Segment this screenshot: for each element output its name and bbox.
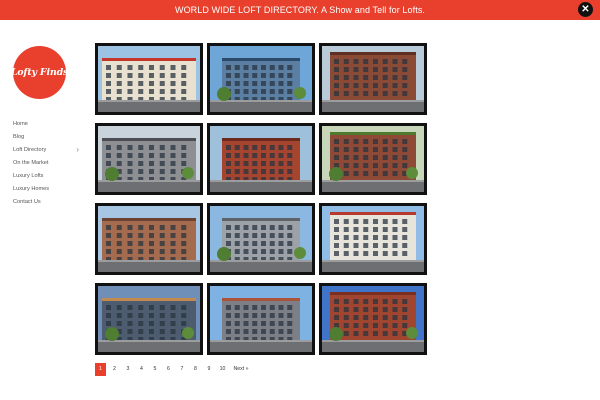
logo-text: Lofty Finds [10, 67, 69, 78]
loft-photo-7[interactable] [95, 203, 203, 275]
next-page-link[interactable]: Next » [232, 363, 251, 376]
building-image [210, 206, 312, 272]
loft-photo-4[interactable] [95, 123, 203, 195]
building-image [210, 286, 312, 352]
loft-photo-6[interactable] [319, 123, 427, 195]
page-link-2[interactable]: 2 [108, 363, 121, 376]
loft-photo-9[interactable] [319, 203, 427, 275]
nav-item-luxury-homes[interactable]: Luxury Homes [13, 183, 81, 196]
page-link-10[interactable]: 10 [216, 363, 229, 376]
loft-photo-5[interactable] [207, 123, 315, 195]
nav-item-loft-directory[interactable]: Loft Directory › [13, 144, 81, 157]
chevron-right-icon[interactable]: › [76, 144, 79, 156]
page-link-1[interactable]: 1 [95, 363, 106, 376]
building-image [98, 286, 200, 352]
page-link-7[interactable]: 7 [176, 363, 189, 376]
loft-photo-11[interactable] [207, 283, 315, 355]
building-image [322, 206, 424, 272]
site-logo[interactable]: Lofty Finds [10, 46, 69, 99]
loft-photo-10[interactable] [95, 283, 203, 355]
loft-photo-3[interactable] [319, 43, 427, 115]
building-image [210, 126, 312, 192]
nav-item-label: Home [13, 121, 28, 127]
page-link-5[interactable]: 5 [149, 363, 162, 376]
nav-item-label: On the Market [13, 160, 49, 166]
banner-text: WORLD WIDE LOFT DIRECTORY. A Show and Te… [174, 5, 426, 15]
nav-item-label: Luxury Homes [13, 186, 50, 192]
building-image [322, 286, 424, 352]
nav-item-home[interactable]: Home [13, 118, 81, 131]
nav-item-contact-us[interactable]: Contact Us [13, 196, 81, 209]
top-banner: WORLD WIDE LOFT DIRECTORY. A Show and Te… [0, 0, 600, 20]
nav-item-label: Contact Us [13, 199, 41, 205]
page-link-3[interactable]: 3 [122, 363, 135, 376]
page-link-9[interactable]: 9 [203, 363, 216, 376]
nav-item-blog[interactable]: Blog [13, 131, 81, 144]
close-icon[interactable]: ✕ [578, 2, 593, 17]
nav-item-label: Loft Directory [13, 147, 47, 153]
loft-gallery [95, 43, 427, 355]
loft-photo-2[interactable] [207, 43, 315, 115]
building-image [98, 126, 200, 192]
building-image [322, 126, 424, 192]
side-nav: Home Blog Loft Directory › On the Market … [13, 118, 81, 209]
loft-photo-8[interactable] [207, 203, 315, 275]
building-image [98, 206, 200, 272]
building-image [322, 46, 424, 112]
page-link-6[interactable]: 6 [162, 363, 175, 376]
pagination: 1 2 3 4 5 6 7 8 9 10 Next » [95, 363, 251, 376]
page-link-4[interactable]: 4 [135, 363, 148, 376]
loft-photo-1[interactable] [95, 43, 203, 115]
nav-item-label: Blog [13, 134, 25, 140]
building-image [98, 46, 200, 112]
loft-photo-12[interactable] [319, 283, 427, 355]
building-image [210, 46, 312, 112]
nav-item-label: Luxury Lofts [13, 173, 44, 179]
nav-item-luxury-lofts[interactable]: Luxury Lofts [13, 170, 81, 183]
page-link-8[interactable]: 8 [189, 363, 202, 376]
nav-item-on-the-market[interactable]: On the Market [13, 157, 81, 170]
